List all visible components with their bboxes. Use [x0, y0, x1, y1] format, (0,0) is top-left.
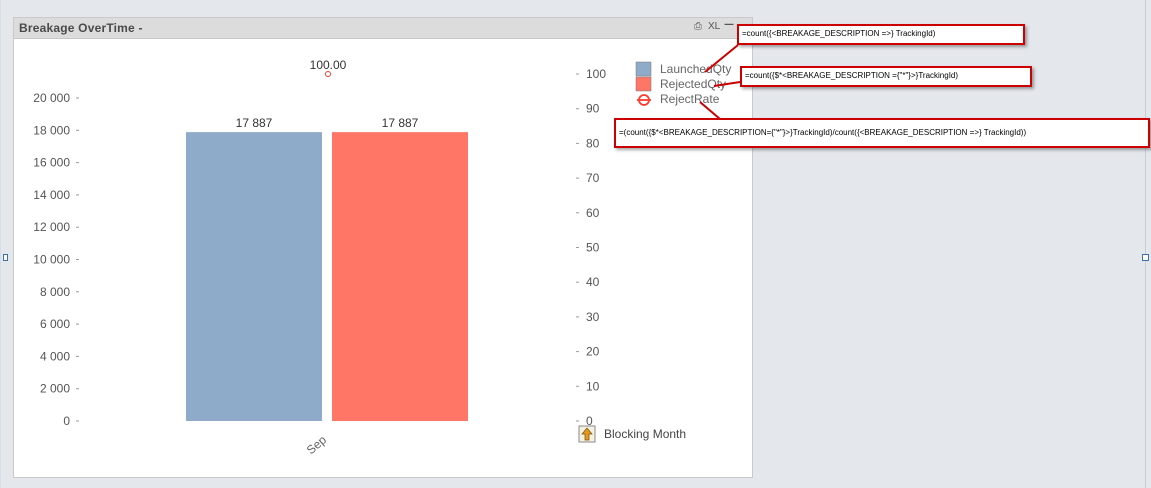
right-axis-tick-label: 60: [586, 206, 600, 220]
left-y-axis: 0 2 000 4 000 6 000 8 000 10 000 12 000 14 000 1…: [33, 91, 79, 428]
bar-data-label: 17 887: [382, 116, 419, 130]
right-axis-tick-label: 30: [586, 310, 600, 324]
legend-label-rejectedqty: RejectedQty: [660, 77, 726, 91]
resize-handle[interactable]: [3, 254, 8, 261]
right-axis-tick-label: 80: [586, 136, 600, 150]
bar-data-label: 17 887: [236, 116, 273, 130]
right-y-axis: 0102030405060708090100: [576, 67, 606, 428]
left-axis-tick-label: 2 000: [40, 382, 70, 396]
right-axis-tick-label: 20: [586, 345, 600, 359]
x-axis: Sep: [304, 433, 330, 458]
right-axis-tick-label: 90: [586, 102, 600, 116]
rejected-qty-expression-callout: =count({$*<BREAKAGE_DESCRIPTION ={"*"}>}…: [740, 66, 1032, 87]
legend-swatch-launchedqty: [635, 61, 652, 77]
blocking-month-dimension-icon[interactable]: [578, 425, 598, 443]
blocking-month-label[interactable]: Blocking Month: [604, 427, 686, 441]
right-axis-tick-label: 50: [586, 241, 600, 255]
legend-swatch-rejectedqty: [635, 76, 652, 92]
left-axis-tick-label: 0: [63, 414, 70, 428]
left-axis-tick-label: 16 000: [33, 156, 70, 170]
right-axis-tick-label: 40: [586, 275, 600, 289]
right-axis-tick-label: 100: [586, 67, 606, 81]
legend-label-launchedqty: LaunchedQty: [660, 62, 731, 76]
reject-rate-data-label: 100.00: [310, 58, 347, 72]
left-axis-tick-label: 18 000: [33, 123, 70, 137]
left-axis-tick-label: 6 000: [40, 317, 70, 331]
reject-rate-expression-callout: =(count({$*<BREAKAGE_DESCRIPTION={"*"}>}…: [614, 118, 1150, 148]
bar-rejectedqty: [332, 132, 468, 422]
right-axis-tick-label: 10: [586, 379, 600, 393]
left-axis-tick-label: 8 000: [40, 285, 70, 299]
left-axis-tick-label: 14 000: [33, 188, 70, 202]
launched-qty-expression-callout: =count({<BREAKAGE_DESCRIPTION =>} Tracki…: [737, 24, 1025, 45]
legend-label-rejectrate: RejectRate: [660, 92, 720, 106]
bar-series: 17 887 17 887: [186, 116, 468, 422]
bar-launchedqty: [186, 132, 322, 422]
reject-rate-series: 100.00: [310, 58, 347, 77]
x-axis-category-label: Sep: [304, 433, 330, 458]
right-axis-tick-label: 70: [586, 171, 600, 185]
reject-rate-point: [325, 71, 331, 77]
chart-legend: LaunchedQtyRejectedQtyRejectRate: [635, 61, 731, 106]
resize-handle[interactable]: [1142, 254, 1149, 261]
left-axis-tick-label: 12 000: [33, 220, 70, 234]
left-axis-tick-label: 10 000: [33, 253, 70, 267]
left-axis-tick-label: 4 000: [40, 349, 70, 363]
left-axis-tick-label: 20 000: [33, 91, 70, 105]
